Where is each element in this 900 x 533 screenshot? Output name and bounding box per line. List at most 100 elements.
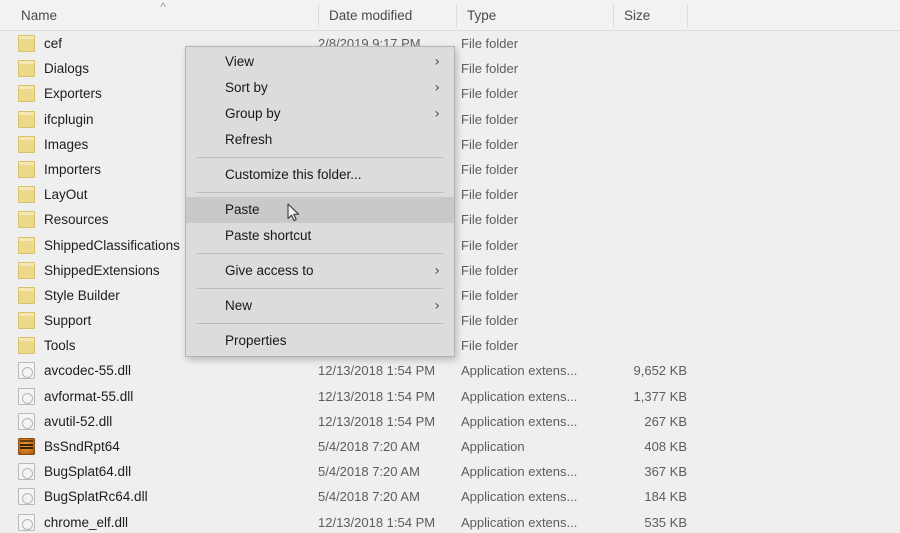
menu-item-refresh[interactable]: Refresh xyxy=(186,127,454,153)
table-row[interactable]: chrome_elf.dll 12/13/2018 1:54 PM Applicat… xyxy=(0,510,900,533)
file-date-modified: 5/4/2018 7:20 AM xyxy=(318,439,420,454)
file-size xyxy=(590,31,687,56)
file-size: 367 KB xyxy=(644,464,687,480)
file-date-modified: 12/13/2018 1:54 PM xyxy=(318,514,436,530)
menu-separator xyxy=(197,288,443,289)
file-type: Application extens... xyxy=(461,514,578,530)
file-type: File folder xyxy=(461,338,519,354)
menu-item-label: New xyxy=(225,298,253,313)
table-row[interactable]: avutil-52.dll 12/13/2018 1:54 PM Applicati… xyxy=(0,409,900,434)
dll-icon xyxy=(18,488,35,506)
folder-icon xyxy=(18,135,35,153)
file-name: ifcplugin xyxy=(44,111,94,127)
file-type: Application extens... xyxy=(461,489,578,505)
file-size xyxy=(590,233,687,258)
column-header-date-modified[interactable]: Date modified xyxy=(320,0,412,31)
file-size: 1,377 KB xyxy=(633,388,688,404)
menu-item-new[interactable]: New › xyxy=(186,293,454,319)
menu-separator xyxy=(197,157,443,158)
chevron-right-icon: › xyxy=(434,54,440,70)
menu-item-label: Sort by xyxy=(225,80,268,95)
dll-icon xyxy=(18,362,35,380)
file-type: Application extens... xyxy=(461,388,578,404)
file-name: avformat-55.dll xyxy=(44,388,134,404)
file-date-modified: 12/13/2018 1:54 PM xyxy=(318,363,436,379)
column-divider[interactable] xyxy=(687,4,688,27)
file-type: File folder xyxy=(461,36,519,51)
folder-icon xyxy=(18,286,35,304)
menu-item-label: Paste xyxy=(225,202,260,217)
menu-item-label: Paste shortcut xyxy=(225,228,312,243)
file-type: Application extens... xyxy=(461,413,578,429)
file-name: BsSndRpt64 xyxy=(44,439,120,454)
file-name: Support xyxy=(44,313,92,329)
chevron-right-icon: › xyxy=(434,106,440,122)
menu-item-group-by[interactable]: Group by › xyxy=(186,101,454,127)
sort-ascending-icon: ^ xyxy=(160,0,166,14)
folder-icon xyxy=(18,160,35,178)
file-name: Tools xyxy=(44,338,76,354)
file-name: cef xyxy=(44,36,63,51)
column-header-name[interactable]: Name xyxy=(12,0,57,31)
menu-item-paste-shortcut[interactable]: Paste shortcut xyxy=(186,223,454,249)
table-row[interactable]: BsSndRpt64 5/4/2018 7:20 AM Application 408… xyxy=(0,434,900,459)
file-size xyxy=(590,132,687,157)
column-divider[interactable] xyxy=(456,4,457,27)
file-name: Resources xyxy=(44,212,109,228)
file-date-modified: 5/4/2018 7:20 AM xyxy=(318,464,420,480)
folder-icon xyxy=(18,85,35,103)
file-name: ShippedClassifications xyxy=(44,237,180,253)
file-size: 184 KB xyxy=(644,489,687,505)
column-header-size[interactable]: Size xyxy=(615,0,650,31)
menu-item-give-access-to[interactable]: Give access to › xyxy=(186,258,454,284)
file-size: 267 KB xyxy=(644,413,687,429)
folder-icon xyxy=(18,337,35,355)
file-size: 535 KB xyxy=(644,514,687,530)
file-type: File folder xyxy=(461,86,519,102)
file-name: Importers xyxy=(44,161,102,177)
file-date-modified: 5/4/2018 7:20 AM xyxy=(318,489,420,505)
column-header-type[interactable]: Type xyxy=(458,0,496,31)
file-type: File folder xyxy=(461,262,519,278)
file-name: Exporters xyxy=(44,86,102,102)
column-header-bar: ^ Name Date modified Type Size xyxy=(0,0,900,31)
folder-icon xyxy=(18,60,35,78)
folder-icon xyxy=(18,110,35,128)
column-divider[interactable] xyxy=(318,4,319,27)
column-divider[interactable] xyxy=(613,4,614,27)
menu-item-paste[interactable]: Paste xyxy=(186,197,454,223)
file-size xyxy=(590,283,687,308)
menu-item-sort-by[interactable]: Sort by › xyxy=(186,75,454,101)
file-size xyxy=(590,182,687,207)
folder-icon xyxy=(18,211,35,229)
menu-item-label: Refresh xyxy=(225,132,273,147)
file-type: File folder xyxy=(461,187,519,203)
file-type: Application extens... xyxy=(461,363,578,379)
file-type: File folder xyxy=(461,287,519,303)
file-size xyxy=(590,258,687,283)
file-type: File folder xyxy=(461,313,519,329)
file-name: Images xyxy=(44,136,89,152)
table-row[interactable]: BugSplat64.dll 5/4/2018 7:20 AM Applicatio… xyxy=(0,459,900,484)
menu-separator xyxy=(197,253,443,254)
table-row[interactable]: avcodec-55.dll 12/13/2018 1:54 PM Applicat… xyxy=(0,358,900,383)
menu-item-view[interactable]: View › xyxy=(186,49,454,75)
menu-item-properties[interactable]: Properties xyxy=(186,328,454,354)
file-name: Style Builder xyxy=(44,287,120,303)
file-name: chrome_elf.dll xyxy=(44,514,129,530)
dll-icon xyxy=(18,463,35,481)
file-type: File folder xyxy=(461,237,519,253)
file-date-modified: 12/13/2018 1:54 PM xyxy=(318,413,436,429)
file-size xyxy=(590,107,687,132)
menu-item-label: View xyxy=(225,54,255,69)
file-type: File folder xyxy=(461,136,519,152)
table-row[interactable]: BugSplatRc64.dll 5/4/2018 7:20 AM Applicat… xyxy=(0,484,900,509)
context-menu[interactable]: View › Sort by › Group by › Refresh Customize t… xyxy=(185,46,455,357)
file-size xyxy=(590,157,687,182)
menu-item-label: Properties xyxy=(225,333,287,348)
chevron-right-icon: › xyxy=(434,80,440,96)
menu-item-customize-this-folder[interactable]: Customize this folder... xyxy=(186,162,454,188)
app-icon xyxy=(18,438,35,455)
file-name: BugSplat64.dll xyxy=(44,464,132,480)
table-row[interactable]: avformat-55.dll 12/13/2018 1:54 PM Applica… xyxy=(0,384,900,409)
